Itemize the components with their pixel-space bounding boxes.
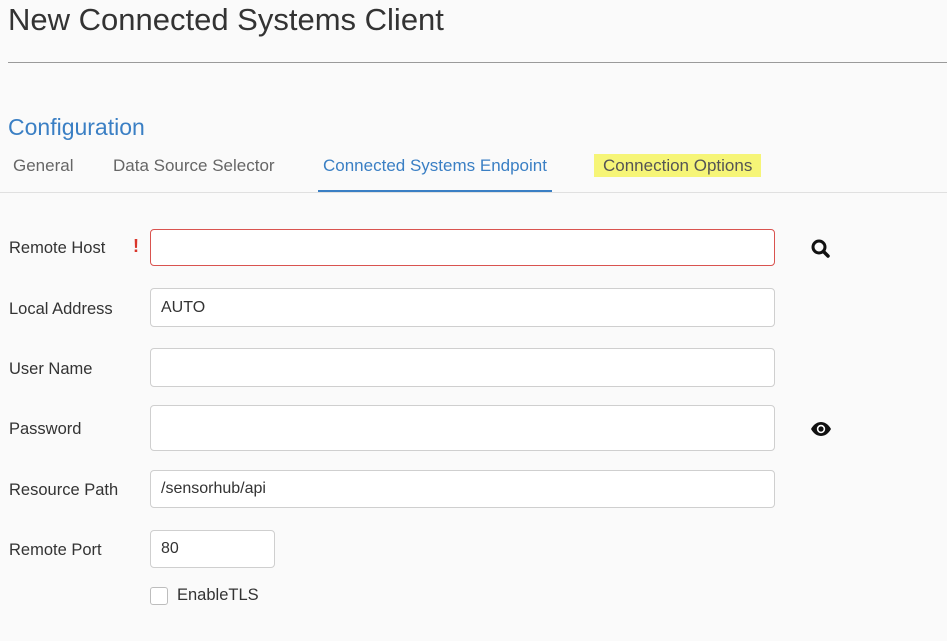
local-address-label: Local Address (9, 300, 113, 318)
remote-port-input[interactable] (150, 530, 275, 568)
tab-data-source-selector[interactable]: Data Source Selector (113, 150, 275, 192)
section-heading: Configuration (8, 114, 145, 140)
tab-connected-systems-endpoint[interactable]: Connected Systems Endpoint (318, 150, 552, 192)
search-icon[interactable] (809, 237, 833, 261)
resource-path-label: Resource Path (9, 481, 119, 499)
password-label: Password (9, 420, 82, 438)
enable-tls-label[interactable]: EnableTLS (177, 585, 259, 605)
user-name-input[interactable] (150, 348, 775, 387)
resource-path-input[interactable] (150, 470, 775, 508)
remote-host-label: Remote Host (9, 239, 106, 257)
enable-tls-checkbox[interactable] (150, 587, 168, 605)
tab-connection-options[interactable]: Connection Options (594, 150, 762, 192)
remote-port-label: Remote Port (9, 541, 102, 559)
title-divider (8, 62, 947, 63)
tab-general[interactable]: General (13, 150, 73, 192)
remote-host-input[interactable] (150, 229, 775, 266)
password-input[interactable] (150, 405, 775, 451)
eye-icon[interactable] (809, 417, 833, 441)
local-address-input[interactable] (150, 288, 775, 327)
page-title: New Connected Systems Client (8, 2, 444, 37)
tab-connection-options-label: Connection Options (594, 154, 762, 177)
user-name-label: User Name (9, 360, 93, 378)
tab-bar: General Data Source Selector Connected S… (0, 150, 947, 193)
required-indicator: ! (133, 236, 139, 256)
